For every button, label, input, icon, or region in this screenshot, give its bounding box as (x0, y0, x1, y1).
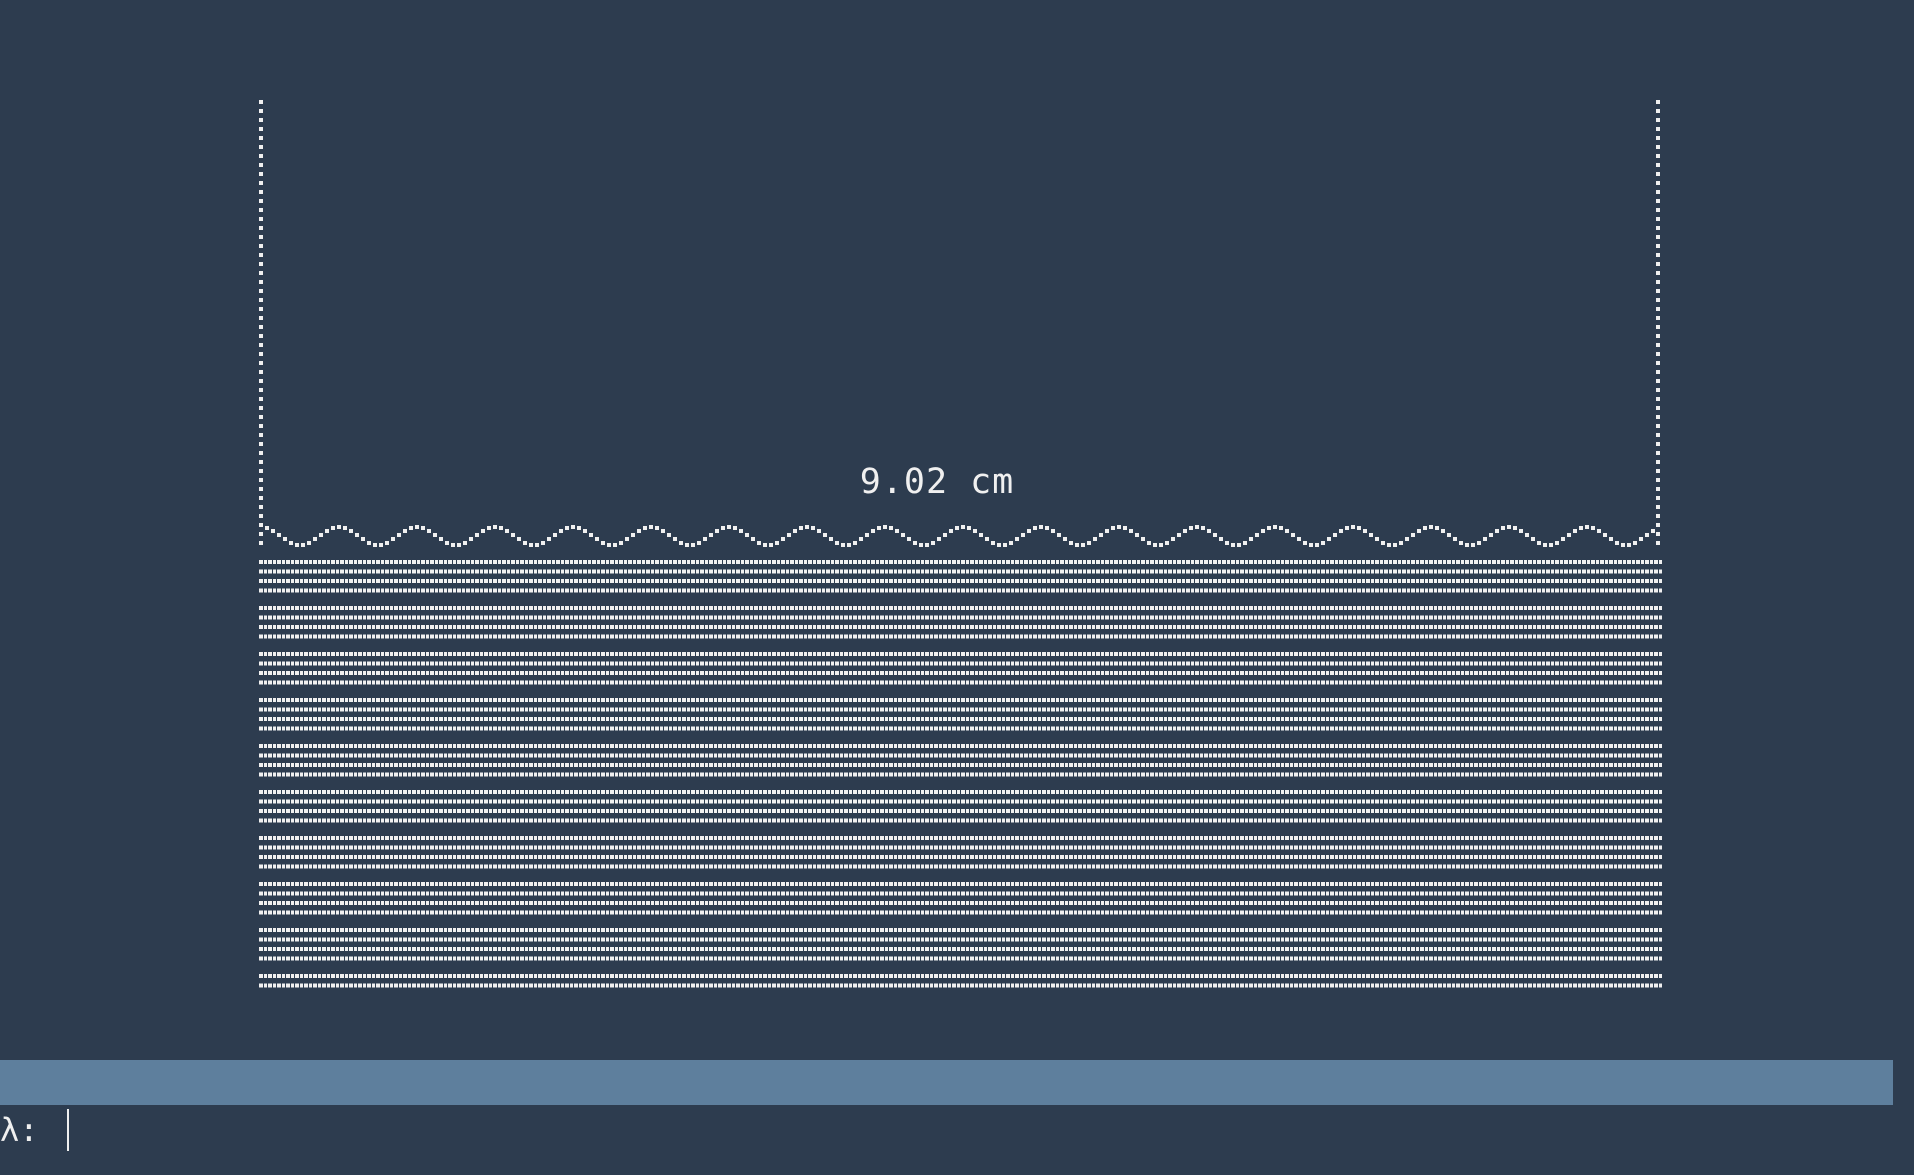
terminal-screen: 9.02 cm λ: (0, 0, 1914, 1175)
water-body (259, 560, 1662, 988)
water-level-readout: 9.02 cm (859, 462, 1015, 502)
text-cursor (67, 1109, 69, 1151)
command-prompt: λ: (0, 1106, 1851, 1154)
water-surface-wave (265, 525, 1655, 547)
status-bar (0, 1060, 1893, 1105)
prompt-symbol: λ: (0, 1111, 39, 1149)
command-input[interactable] (50, 1108, 1851, 1152)
